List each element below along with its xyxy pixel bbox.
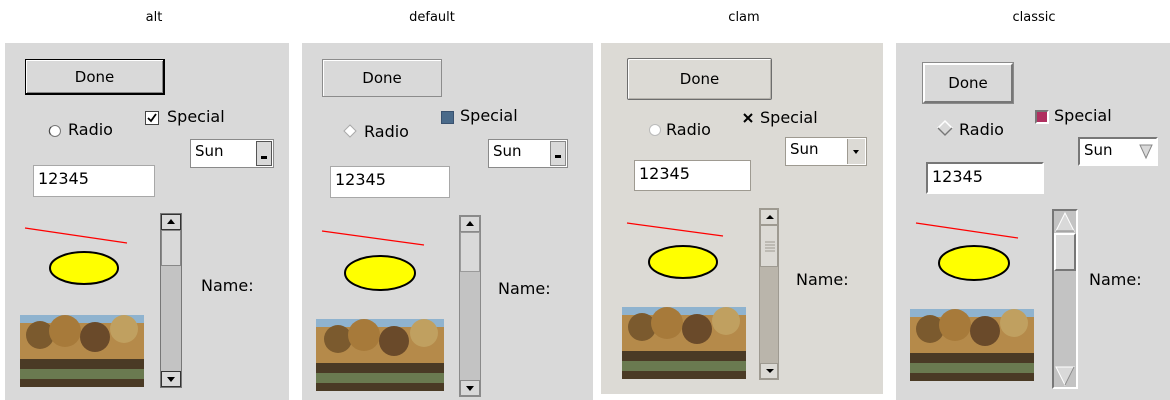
red-line [321, 230, 425, 246]
special-label[interactable]: Special [1054, 106, 1112, 125]
scroll-thumb[interactable] [161, 230, 181, 266]
down-arrow-icon [766, 369, 774, 373]
special-label[interactable]: Special [760, 108, 818, 127]
yellow-oval [648, 245, 718, 279]
red-line [915, 222, 1019, 239]
number-entry[interactable]: 12345 [634, 160, 751, 191]
combo-arrow-button[interactable] [256, 141, 272, 166]
done-button[interactable]: Done [322, 59, 442, 97]
scroll-up-button[interactable] [161, 214, 181, 230]
panel-clam: Done Radio Special Sun 12345 Name: [601, 43, 883, 394]
radio-indicator[interactable] [936, 119, 954, 137]
radio-indicator[interactable] [48, 124, 62, 138]
day-combobox[interactable]: Sun [190, 139, 274, 168]
down-arrow-icon [853, 150, 859, 154]
number-entry[interactable]: 12345 [33, 165, 155, 197]
up-arrow-icon [766, 215, 774, 219]
special-checkbox[interactable] [145, 111, 159, 125]
special-checkbox[interactable] [1035, 110, 1049, 124]
panel-alt: Done Radio Special Sun 12345 Name: [5, 43, 289, 400]
combo-value: Sun [493, 142, 522, 160]
vertical-scrollbar[interactable] [1052, 209, 1078, 389]
scroll-down-button[interactable] [161, 371, 181, 387]
down-arrow-icon [261, 156, 267, 159]
scroll-down-button[interactable] [460, 380, 480, 396]
name-label: Name: [796, 270, 849, 289]
special-label[interactable]: Special [460, 106, 518, 125]
red-line [626, 222, 724, 237]
scroll-thumb[interactable] [1054, 233, 1076, 271]
scroll-thumb[interactable] [460, 232, 480, 272]
day-combobox[interactable]: Sun [1078, 137, 1158, 166]
down-arrow-icon [555, 155, 561, 158]
special-label[interactable]: Special [167, 107, 225, 126]
radio-label[interactable]: Radio [666, 120, 711, 139]
up-arrow-icon [167, 219, 175, 224]
landscape-photo [910, 309, 1034, 381]
scroll-down-button[interactable] [760, 363, 778, 379]
checkmark-icon [147, 113, 157, 123]
done-button[interactable]: Done [922, 62, 1014, 104]
radio-indicator[interactable] [342, 123, 358, 139]
canvas-drawing [626, 222, 724, 279]
day-combobox[interactable]: Sun [785, 137, 867, 166]
up-arrow-icon [466, 221, 474, 226]
scroll-down-button[interactable] [1054, 365, 1076, 387]
canvas-drawing [915, 222, 1019, 281]
theme-title-alt: alt [145, 10, 163, 25]
done-button[interactable]: Done [25, 59, 165, 95]
combo-value: Sun [1084, 141, 1113, 159]
scroll-up-button[interactable] [760, 209, 778, 225]
number-entry[interactable]: 12345 [926, 162, 1044, 194]
down-arrow-icon [167, 377, 175, 382]
special-checkbox[interactable] [441, 111, 454, 124]
yellow-oval [49, 251, 119, 285]
radio-label[interactable]: Radio [364, 122, 409, 141]
landscape-photo [622, 307, 746, 379]
radio-label[interactable]: Radio [68, 120, 113, 139]
combo-value: Sun [195, 142, 224, 160]
theme-title-classic: classic [1012, 10, 1056, 25]
day-combobox[interactable]: Sun [488, 139, 568, 168]
scroll-thumb[interactable] [760, 225, 778, 267]
name-label: Name: [201, 276, 254, 295]
combo-arrow-button[interactable] [847, 139, 865, 164]
number-entry[interactable]: 12345 [330, 166, 450, 198]
scroll-up-button[interactable] [1054, 211, 1076, 233]
name-label: Name: [1089, 270, 1142, 289]
down-arrow-icon [1055, 366, 1075, 387]
down-arrow-icon [466, 386, 474, 391]
landscape-photo [316, 319, 444, 391]
up-arrow-icon [1055, 211, 1075, 232]
canvas-drawing [24, 227, 128, 285]
x-mark-icon [743, 113, 753, 123]
theme-title-clam: clam [728, 10, 760, 25]
radio-label[interactable]: Radio [959, 120, 1004, 139]
scroll-up-button[interactable] [460, 216, 480, 232]
radio-indicator[interactable] [648, 123, 662, 137]
vertical-scrollbar[interactable] [160, 213, 182, 388]
canvas-drawing [321, 230, 425, 291]
combo-arrow-button[interactable] [550, 141, 566, 166]
red-line [24, 227, 128, 244]
theme-title-default: default [409, 10, 455, 25]
yellow-oval [344, 255, 416, 291]
combo-value: Sun [790, 140, 819, 158]
grip-icon [765, 241, 775, 252]
special-checkbox[interactable] [742, 112, 754, 124]
done-button[interactable]: Done [627, 58, 772, 100]
panel-default: Done Radio Special Sun 12345 Name: [302, 43, 593, 400]
yellow-oval [938, 245, 1010, 281]
vertical-scrollbar[interactable] [759, 208, 779, 380]
combo-arrow-button[interactable] [1138, 140, 1154, 163]
vertical-scrollbar[interactable] [459, 215, 481, 397]
panel-classic: Done Radio Special Sun 12345 Name: [896, 43, 1170, 400]
name-label: Name: [498, 279, 551, 298]
down-arrow-icon [1139, 144, 1153, 160]
landscape-photo [20, 315, 144, 387]
